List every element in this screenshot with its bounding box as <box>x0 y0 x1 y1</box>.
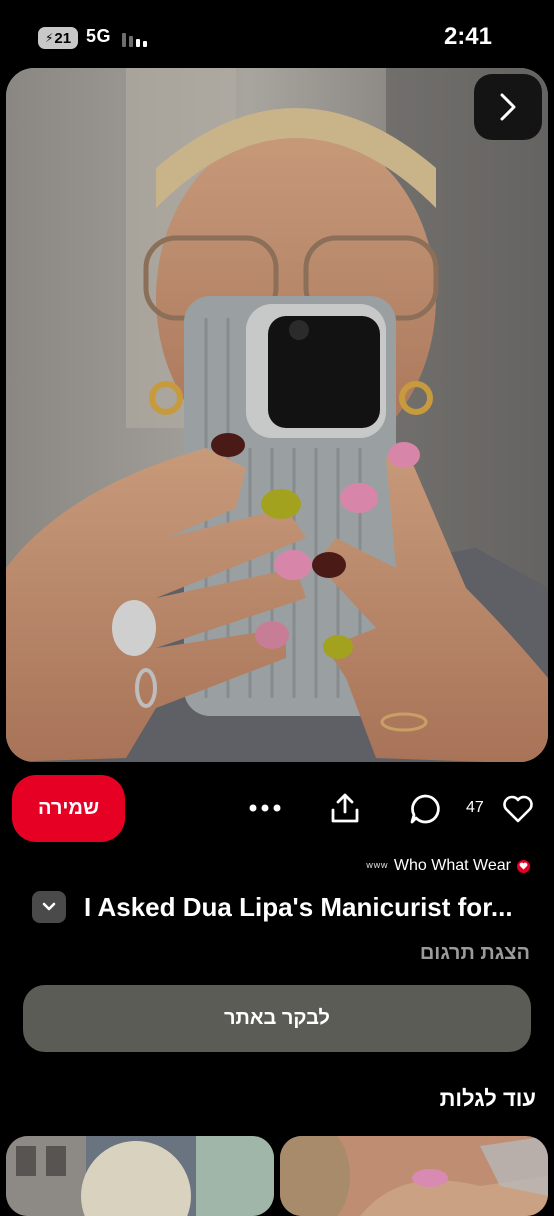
expand-description-button[interactable] <box>32 891 66 923</box>
share-icon <box>331 793 359 823</box>
react-button[interactable] <box>498 790 538 828</box>
clock: 2:41 <box>443 23 492 50</box>
chevron-down-icon <box>42 902 56 911</box>
source-name[interactable]: Who What Wear <box>394 857 511 875</box>
pin-title[interactable]: I Asked Dua Lipa's Manicurist for... <box>84 890 534 924</box>
network-type: 5G <box>86 26 112 46</box>
related-pin-image <box>6 1136 274 1216</box>
heart-icon <box>503 795 533 823</box>
more-dots-icon <box>249 804 281 812</box>
comment-bubble-icon <box>410 794 440 824</box>
battery-level: 21 <box>54 29 72 47</box>
comment-button[interactable] <box>404 788 446 830</box>
source-row[interactable]: www Who What Wear <box>356 856 530 876</box>
visit-site-button[interactable]: לבקר באתר <box>23 985 531 1052</box>
next-pin-button[interactable] <box>474 74 542 140</box>
related-pin-thumbnail[interactable] <box>6 1136 274 1216</box>
related-pin-thumbnail[interactable] <box>280 1136 548 1216</box>
more-to-explore-heading: עוד לגלות <box>439 1086 536 1111</box>
source-logo-icon <box>517 859 530 873</box>
mirror-selfie-photo <box>6 68 548 762</box>
source-heart-icon <box>519 862 528 870</box>
related-pin-image <box>280 1136 548 1216</box>
pin-image[interactable] <box>6 68 548 762</box>
save-button[interactable]: שמירה <box>12 775 125 842</box>
signal-strength-icon <box>122 33 147 47</box>
source-brand-mark: www <box>365 861 388 871</box>
share-button[interactable] <box>325 788 365 828</box>
reaction-count: 47 <box>466 799 484 816</box>
charging-bolt-icon: ⚡ <box>44 31 54 45</box>
chevron-right-icon <box>500 93 516 121</box>
more-options-button[interactable] <box>245 790 285 826</box>
battery-indicator: ⚡ 21 <box>38 27 78 49</box>
status-bar: ⚡ 21 5G 2:41 <box>0 0 554 70</box>
show-translation-link[interactable]: הצגת תרגום <box>420 942 530 965</box>
